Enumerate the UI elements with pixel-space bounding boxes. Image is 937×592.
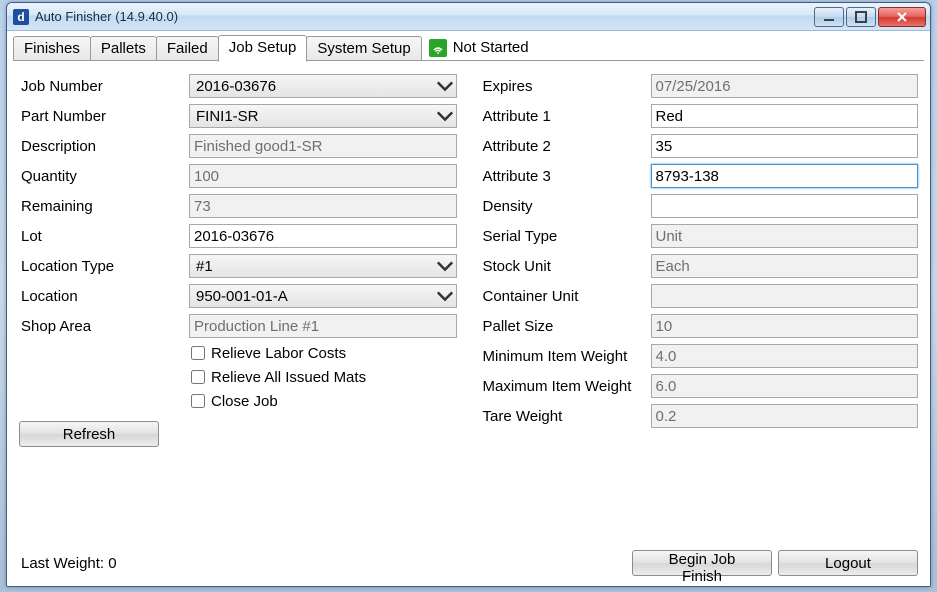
description-field <box>189 134 457 158</box>
relieve-labor-checkbox[interactable] <box>191 346 205 360</box>
description-label: Description <box>19 138 189 155</box>
client-area: Finishes Pallets Failed Job Setup System… <box>7 31 930 586</box>
tab-finishes[interactable]: Finishes <box>13 36 91 60</box>
job-number-value: 2016-03676 <box>194 78 436 95</box>
tab-job-setup[interactable]: Job Setup <box>218 35 308 62</box>
location-select[interactable]: 950-001-01-A <box>189 284 457 308</box>
pallet-size-label: Pallet Size <box>481 318 651 335</box>
close-job-checkbox[interactable] <box>191 394 205 408</box>
location-type-value: #1 <box>194 258 436 275</box>
serial-type-field <box>651 224 919 248</box>
close-button[interactable] <box>878 7 926 27</box>
remaining-field <box>189 194 457 218</box>
quantity-label: Quantity <box>19 168 189 185</box>
min-weight-field <box>651 344 919 368</box>
quantity-field <box>189 164 457 188</box>
chevron-down-icon <box>436 106 454 126</box>
container-unit-label: Container Unit <box>481 288 651 305</box>
job-setup-form: Job Number 2016-03676 Part Number FINI1-… <box>13 61 924 545</box>
job-number-select[interactable]: 2016-03676 <box>189 74 457 98</box>
attr2-label: Attribute 2 <box>481 138 651 155</box>
chevron-down-icon <box>436 256 454 276</box>
left-column: Job Number 2016-03676 Part Number FINI1-… <box>19 71 457 541</box>
density-field[interactable] <box>651 194 919 218</box>
tare-weight-field <box>651 404 919 428</box>
bottom-bar: Last Weight: 0 Begin Job Finish Logout <box>13 545 924 580</box>
shop-area-field <box>189 314 457 338</box>
attr3-label: Attribute 3 <box>481 168 651 185</box>
attr3-field[interactable] <box>651 164 919 188</box>
location-label: Location <box>19 288 189 305</box>
serial-type-label: Serial Type <box>481 228 651 245</box>
logout-button[interactable]: Logout <box>778 550 918 576</box>
shop-area-label: Shop Area <box>19 318 189 335</box>
location-value: 950-001-01-A <box>194 288 436 305</box>
window-title: Auto Finisher (14.9.40.0) <box>35 9 812 24</box>
attr1-field[interactable] <box>651 104 919 128</box>
tab-row: Finishes Pallets Failed Job Setup System… <box>13 35 924 61</box>
last-weight-text: Last Weight: 0 <box>21 555 117 572</box>
part-number-value: FINI1-SR <box>194 108 436 125</box>
refresh-button[interactable]: Refresh <box>19 421 159 447</box>
location-type-label: Location Type <box>19 258 189 275</box>
tab-pallets[interactable]: Pallets <box>90 36 157 60</box>
attr2-field[interactable] <box>651 134 919 158</box>
right-column: Expires Attribute 1 Attribute 2 Attribut… <box>481 71 919 541</box>
location-type-select[interactable]: #1 <box>189 254 457 278</box>
relieve-labor-label: Relieve Labor Costs <box>211 345 346 362</box>
max-weight-field <box>651 374 919 398</box>
connection-status-icon <box>429 39 447 57</box>
density-label: Density <box>481 198 651 215</box>
chevron-down-icon <box>436 76 454 96</box>
lot-field[interactable] <box>189 224 457 248</box>
window-buttons <box>812 7 926 27</box>
part-number-select[interactable]: FINI1-SR <box>189 104 457 128</box>
tare-weight-label: Tare Weight <box>481 408 651 425</box>
job-number-label: Job Number <box>19 78 189 95</box>
expires-label: Expires <box>481 78 651 95</box>
titlebar: d Auto Finisher (14.9.40.0) <box>7 3 930 31</box>
min-weight-label: Minimum Item Weight <box>481 348 651 365</box>
pallet-size-field <box>651 314 919 338</box>
chevron-down-icon <box>436 286 454 306</box>
lot-label: Lot <box>19 228 189 245</box>
remaining-label: Remaining <box>19 198 189 215</box>
expires-field <box>651 74 919 98</box>
app-window: d Auto Finisher (14.9.40.0) Finishes Pal… <box>6 2 931 587</box>
attr1-label: Attribute 1 <box>481 108 651 125</box>
stock-unit-label: Stock Unit <box>481 258 651 275</box>
maximize-button[interactable] <box>846 7 876 27</box>
part-number-label: Part Number <box>19 108 189 125</box>
minimize-button[interactable] <box>814 7 844 27</box>
container-unit-field <box>651 284 919 308</box>
bottom-buttons: Begin Job Finish Logout <box>632 550 918 576</box>
stock-unit-field <box>651 254 919 278</box>
relieve-mats-checkbox[interactable] <box>191 370 205 384</box>
relieve-mats-label: Relieve All Issued Mats <box>211 369 366 386</box>
max-weight-label: Maximum Item Weight <box>481 378 651 395</box>
status-text: Not Started <box>453 39 529 56</box>
app-icon: d <box>13 9 29 25</box>
tab-system-setup[interactable]: System Setup <box>306 36 421 60</box>
close-job-label: Close Job <box>211 393 278 410</box>
tab-failed[interactable]: Failed <box>156 36 219 60</box>
begin-job-finish-button[interactable]: Begin Job Finish <box>632 550 772 576</box>
